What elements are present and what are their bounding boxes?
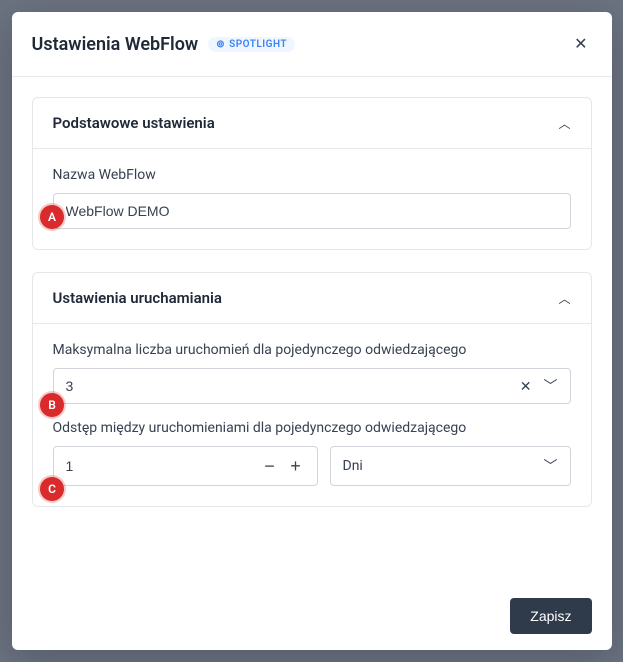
modal-header: Ustawienia WebFlow ⊚ SPOTLIGHT ✕ — [12, 12, 612, 77]
close-button[interactable]: ✕ — [570, 30, 591, 58]
interval-field: Odstęp między uruchomieniami dla pojedyn… — [53, 420, 571, 486]
runtime-settings-body: Maksymalna liczba uruchomień dla pojedyn… — [33, 323, 591, 506]
save-button[interactable]: Zapisz — [510, 598, 591, 634]
spotlight-badge-label: SPOTLIGHT — [229, 39, 287, 50]
interval-input[interactable] — [54, 449, 259, 483]
dropdown-button[interactable]: ﹀ — [542, 374, 560, 398]
settings-modal: Ustawienia WebFlow ⊚ SPOTLIGHT ✕ Podstaw… — [12, 12, 612, 650]
modal-body: Podstawowe ustawienia ︿ Nazwa WebFlow Us… — [12, 77, 612, 582]
runtime-settings-section: Ustawienia uruchamiania ︿ Maksymalna lic… — [32, 272, 592, 507]
runtime-settings-header[interactable]: Ustawienia uruchamiania ︿ — [33, 273, 591, 323]
max-runs-field: Maksymalna liczba uruchomień dla pojedyn… — [53, 342, 571, 404]
modal-footer: Zapisz — [12, 582, 612, 650]
annotation-marker-a: A — [40, 205, 64, 229]
basic-settings-section: Podstawowe ustawienia ︿ Nazwa WebFlow — [32, 97, 592, 250]
basic-settings-title: Podstawowe ustawienia — [53, 114, 215, 132]
chevron-up-icon: ︿ — [558, 115, 570, 132]
webflow-name-input[interactable] — [53, 193, 571, 229]
max-runs-controls: ✕ ﹀ — [518, 374, 570, 398]
max-runs-input[interactable] — [54, 369, 518, 403]
close-icon: ✕ — [574, 36, 587, 53]
basic-settings-body: Nazwa WebFlow — [33, 148, 591, 249]
webflow-name-field: Nazwa WebFlow — [53, 167, 571, 229]
runtime-settings-title: Ustawienia uruchamiania — [53, 289, 222, 307]
interval-unit-select[interactable]: Dni ﹀ — [330, 446, 571, 486]
max-runs-label: Maksymalna liczba uruchomień dla pojedyn… — [53, 342, 571, 358]
interval-row: − + Dni ﹀ — [53, 446, 571, 486]
spotlight-badge: ⊚ SPOTLIGHT — [208, 37, 295, 52]
decrement-button[interactable]: − — [259, 455, 281, 477]
minus-icon: − — [264, 456, 275, 477]
modal-title-group: Ustawienia WebFlow ⊚ SPOTLIGHT — [32, 34, 296, 55]
target-icon: ⊚ — [216, 39, 225, 50]
interval-unit-value: Dni — [343, 458, 363, 474]
increment-button[interactable]: + — [285, 455, 307, 477]
chevron-down-icon: ﹀ — [544, 456, 558, 476]
interval-stepper[interactable]: − + — [53, 446, 318, 486]
chevron-up-icon: ︿ — [558, 290, 570, 307]
clear-button[interactable]: ✕ — [518, 376, 534, 397]
annotation-marker-b: B — [40, 393, 64, 417]
annotation-marker-c: C — [40, 477, 64, 501]
webflow-name-label: Nazwa WebFlow — [53, 167, 571, 183]
plus-icon: + — [290, 456, 301, 477]
close-icon: ✕ — [520, 378, 532, 394]
modal-title: Ustawienia WebFlow — [32, 34, 199, 55]
basic-settings-header[interactable]: Podstawowe ustawienia ︿ — [33, 98, 591, 148]
chevron-down-icon: ﹀ — [544, 378, 558, 394]
interval-stepper-controls: − + — [259, 455, 317, 477]
interval-label: Odstęp między uruchomieniami dla pojedyn… — [53, 420, 571, 436]
max-runs-combo[interactable]: ✕ ﹀ — [53, 368, 571, 404]
